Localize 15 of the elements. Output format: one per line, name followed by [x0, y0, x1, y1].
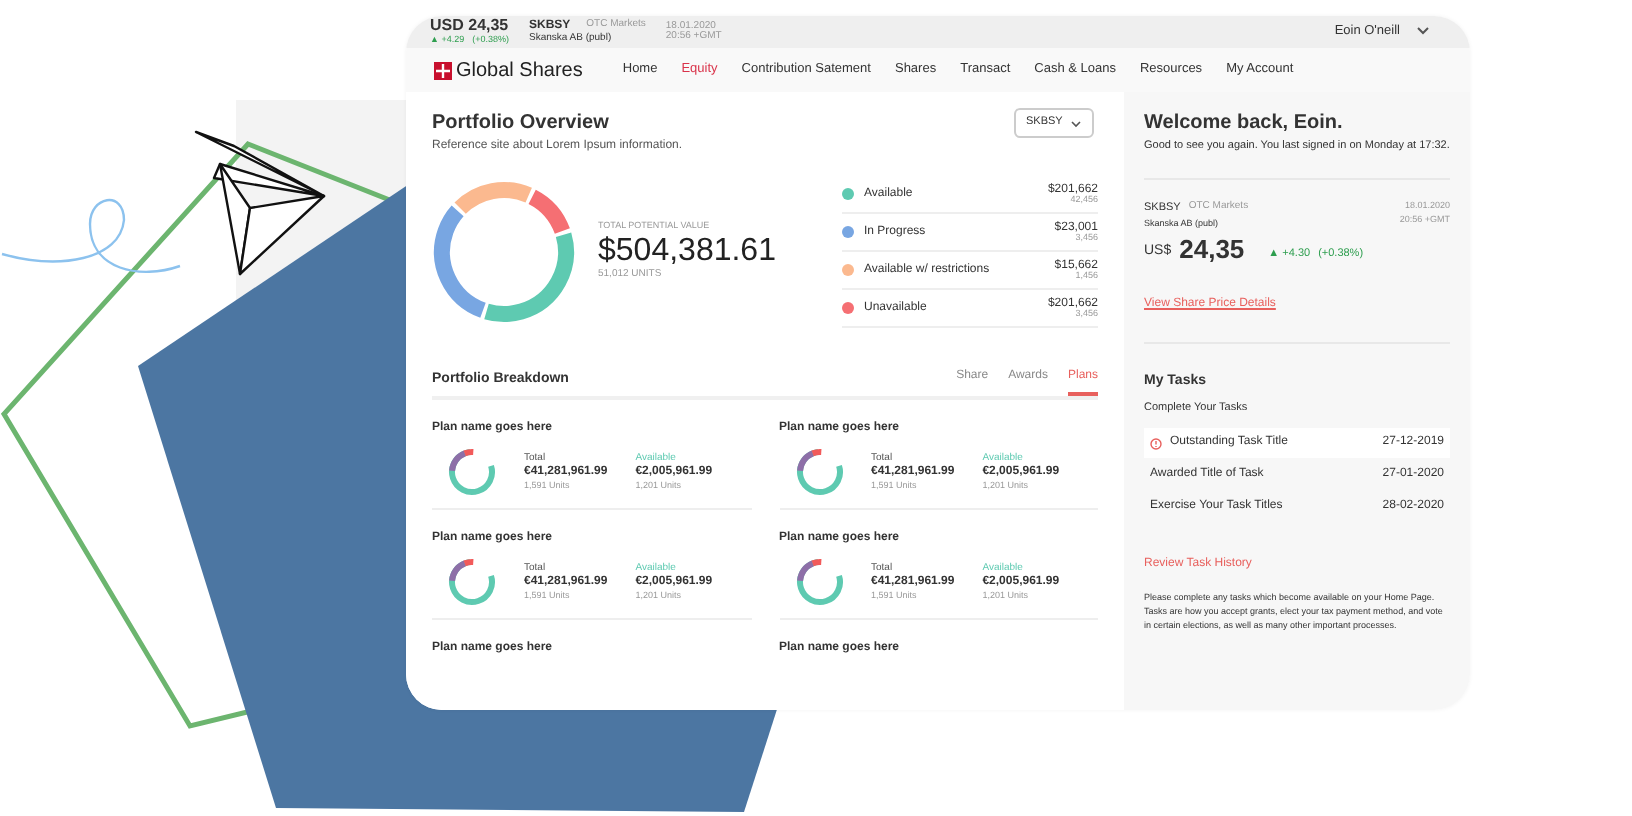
donut-chart-drawing — [795, 448, 843, 496]
share-price: 24,35 — [1179, 236, 1245, 263]
brand-name[interactable]: Global Shares — [456, 55, 583, 85]
welcome-title: Welcome back, Eoin. — [1144, 110, 1345, 138]
donut-chart-drawing — [448, 448, 496, 496]
section-title: Portfolio Overview — [432, 110, 611, 138]
alert-icon — [1150, 437, 1162, 449]
donut-chart-drawing — [795, 558, 843, 606]
chevron-down-icon[interactable] — [1416, 26, 1430, 37]
logo-icon — [434, 61, 452, 79]
donut-chart-drawing — [448, 558, 496, 606]
chevron-down-icon[interactable] — [1070, 119, 1082, 127]
donut-chart-drawing — [432, 180, 576, 324]
total-value: $504,381.61 — [598, 233, 778, 269]
share-price: USD 24,35 — [430, 18, 509, 35]
